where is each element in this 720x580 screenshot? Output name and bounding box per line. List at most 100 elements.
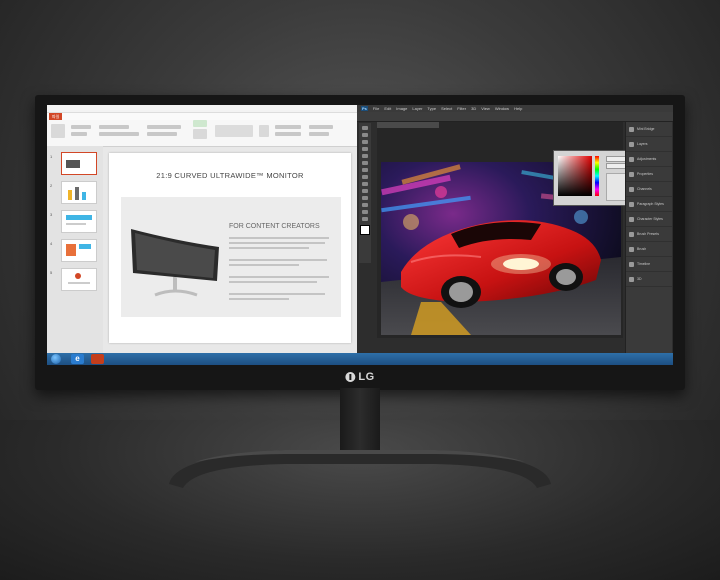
body-text-line (229, 281, 317, 283)
crop-tool-icon[interactable] (362, 154, 368, 158)
panel-timeline[interactable]: Timeline (626, 257, 672, 272)
body-text-line (229, 242, 325, 244)
body-text-line (229, 298, 289, 300)
powerpoint-window: 파일 1 2 3 4 5 21:9 CURVED ULTRAWIDE™ MONI… (47, 105, 357, 353)
ribbon-button[interactable] (193, 129, 207, 139)
ribbon-button[interactable] (71, 132, 87, 136)
panel-character-styles[interactable]: Character Styles (626, 212, 672, 227)
paragraph-buttons[interactable] (147, 125, 181, 129)
menu-3d[interactable]: 3D (471, 106, 476, 111)
panel-label: Properties (637, 172, 653, 176)
font-format-buttons[interactable] (99, 132, 139, 136)
ribbon-button[interactable] (71, 125, 91, 129)
move-tool-icon[interactable] (362, 126, 368, 130)
slide-title: 21:9 CURVED ULTRAWIDE™ MONITOR (156, 171, 304, 180)
hand-tool-icon[interactable] (362, 217, 368, 221)
slide-thumbnail[interactable] (61, 181, 97, 204)
hue-slider[interactable] (595, 156, 599, 196)
healing-tool-icon[interactable] (362, 168, 368, 172)
quick-select-tool-icon[interactable] (362, 147, 368, 151)
menu-view[interactable]: View (481, 106, 490, 111)
paste-button[interactable] (51, 124, 65, 138)
color-picker-dialog[interactable] (553, 150, 635, 206)
lg-logo-icon (345, 372, 356, 382)
panel-properties[interactable]: Properties (626, 167, 672, 182)
windows-start-icon[interactable] (51, 354, 61, 364)
thumbnail-number: 3 (50, 212, 53, 217)
paragraph-buttons[interactable] (147, 132, 177, 136)
slide-thumbnail[interactable] (61, 268, 97, 291)
thumbnail-number: 4 (50, 241, 53, 246)
body-text-line (229, 237, 329, 239)
panel-label: Layers (637, 142, 648, 146)
panel-icon (629, 126, 634, 132)
panel-paragraph-styles[interactable]: Paragraph Styles (626, 197, 672, 212)
body-text-line (229, 247, 309, 249)
ppt-file-tab[interactable]: 파일 (49, 113, 63, 120)
panel-label: 3D (637, 277, 642, 281)
font-selector[interactable] (99, 125, 129, 129)
panel-icon (629, 261, 634, 267)
pen-tool-icon[interactable] (362, 203, 368, 207)
panel-mini-bridge[interactable]: Mini Bridge (626, 122, 672, 137)
slide-thumbnail[interactable] (61, 152, 97, 175)
eraser-tool-icon[interactable] (362, 189, 368, 193)
menu-filter[interactable]: Filter (457, 106, 466, 111)
eyedropper-tool-icon[interactable] (362, 161, 368, 165)
lg-logo: LG (345, 371, 374, 383)
menu-help[interactable]: Help (514, 106, 522, 111)
panel-channels[interactable]: Channels (626, 182, 672, 197)
panel-label: Paragraph Styles (637, 202, 664, 206)
gradient-tool-icon[interactable] (362, 196, 368, 200)
editing-buttons[interactable] (309, 132, 329, 136)
ppt-titlebar (47, 105, 357, 113)
arrange-button[interactable] (259, 125, 269, 137)
ps-menubar: Ps File Edit Image Layer Type Select Fil… (357, 105, 673, 112)
panel-brush[interactable]: Brush (626, 242, 672, 257)
brush-tool-icon[interactable] (362, 175, 368, 179)
stamp-tool-icon[interactable] (362, 182, 368, 186)
editing-buttons[interactable] (309, 125, 333, 129)
type-tool-icon[interactable] (362, 210, 368, 214)
ps-options-bar (357, 112, 673, 122)
panel-icon (629, 171, 634, 177)
thumbnail-number: 1 (50, 154, 53, 159)
body-text-line (229, 264, 299, 266)
menu-image[interactable]: Image (396, 106, 407, 111)
menu-file[interactable]: File (373, 106, 379, 111)
slide-canvas[interactable]: 21:9 CURVED ULTRAWIDE™ MONITOR FOR CONTE… (109, 153, 351, 343)
shape-format-buttons[interactable] (275, 125, 301, 129)
powerpoint-icon[interactable] (91, 354, 104, 364)
internet-explorer-icon[interactable]: e (71, 354, 84, 364)
ps-panel-dock: Mini Bridge Layers Adjustments Propertie… (625, 122, 672, 353)
panel-adjustments[interactable]: Adjustments (626, 152, 672, 167)
color-field[interactable] (558, 156, 592, 196)
panel-brush-presets[interactable]: Brush Presets (626, 227, 672, 242)
lasso-tool-icon[interactable] (362, 140, 368, 144)
menu-edit[interactable]: Edit (384, 106, 391, 111)
color-swatch-icon[interactable] (360, 225, 370, 235)
shape-format-buttons[interactable] (275, 132, 301, 136)
panel-icon (629, 216, 634, 222)
menu-window[interactable]: Window (495, 106, 509, 111)
panel-icon (629, 246, 634, 252)
panel-label: Channels (637, 187, 652, 191)
panel-icon (629, 186, 634, 192)
menu-type[interactable]: Type (427, 106, 436, 111)
ps-document-area (377, 122, 635, 338)
shape-gallery[interactable] (215, 125, 253, 137)
menu-select[interactable]: Select (441, 106, 452, 111)
monitor: 파일 1 2 3 4 5 21:9 CURVED ULTRAWIDE™ MONI… (35, 95, 685, 390)
panel-icon (629, 276, 634, 282)
panel-layers[interactable]: Layers (626, 137, 672, 152)
slide-thumbnail[interactable] (61, 239, 97, 262)
ps-toolbar (359, 123, 371, 263)
curved-monitor-illustration (131, 229, 219, 297)
ps-document-tab[interactable] (377, 122, 439, 128)
marquee-tool-icon[interactable] (362, 133, 368, 137)
slide-thumbnail[interactable] (61, 210, 97, 233)
monitor-screen: 파일 1 2 3 4 5 21:9 CURVED ULTRAWIDE™ MONI… (47, 105, 673, 365)
ribbon-context-tab[interactable] (193, 120, 207, 127)
menu-layer[interactable]: Layer (412, 106, 422, 111)
panel-3d[interactable]: 3D (626, 272, 672, 287)
